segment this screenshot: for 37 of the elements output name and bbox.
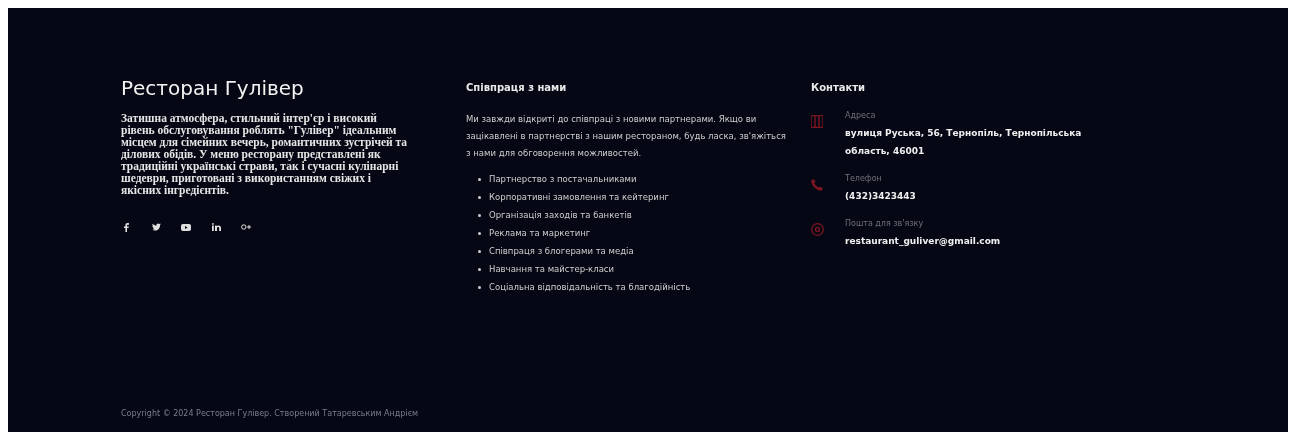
section-heading: Контакти bbox=[811, 82, 867, 93]
bullet-icon bbox=[478, 214, 481, 217]
contact-label: Телефон bbox=[845, 174, 883, 183]
restaurant-description: Затишна атмосфера, стильний інтер'єр і високий рівень обслуговування роблять "Гулівер" ідеальним місцем для сімейних вечерь, романтичних зустрічей та ділових обідів. У меню ресторану представлені як традиційні українські страви, так і сучасні кулінарні шедеври, приготовані з використанням свіжих і якісних інгредієнтів. bbox=[121, 112, 409, 196]
copyright: Copyright © 2024 Ресторан Гулівер. Створений Татаревським Андрієм bbox=[121, 409, 420, 418]
list-item: Співпраця з блогерами та медіа bbox=[489, 245, 634, 258]
restaurant-name: Ресторан Гулівер bbox=[121, 76, 305, 100]
list-item: Організація заходів та банкетів bbox=[489, 209, 632, 222]
bullet-icon bbox=[478, 250, 481, 253]
list-item: Партнерство з постачальниками bbox=[489, 173, 637, 186]
social-link[interactable] bbox=[181, 222, 191, 232]
bullet-icon bbox=[478, 196, 481, 199]
contact-value: вулиця Руська, 56, Тернопіль, Тернопільська область, 46001 bbox=[845, 127, 1083, 158]
social-link[interactable] bbox=[241, 222, 251, 232]
contact-label: Пошта для зв'язку bbox=[845, 219, 925, 228]
contact-value: (432)3423443 bbox=[845, 190, 917, 203]
linkedin-icon bbox=[211, 223, 221, 231]
phone-icon bbox=[811, 179, 823, 191]
list-item: Соціальна відповідальність та благодійність bbox=[489, 281, 691, 294]
list-item: Реклама та маркетинг bbox=[489, 227, 591, 240]
bullet-icon bbox=[478, 178, 481, 181]
list-item: Корпоративні замовлення та кейтеринг bbox=[489, 191, 669, 204]
facebook-icon bbox=[123, 222, 129, 232]
list-item: Навчання та майстер-класи bbox=[489, 263, 615, 276]
bullet-icon bbox=[478, 286, 481, 289]
contact-label: Адреса bbox=[845, 111, 877, 120]
twitter-icon bbox=[151, 223, 161, 231]
youtube-icon bbox=[181, 223, 191, 231]
social-link[interactable] bbox=[211, 222, 221, 232]
social-link[interactable] bbox=[151, 222, 161, 232]
cooperation-intro: Ми завжди відкриті до співпраці з новими партнерами. Якщо ви зацікавлені в партнерстві з нашим рестораном, будь ласка, зв'яжіться з нами для обговорення можливостей. bbox=[466, 113, 787, 160]
google-plus-icon bbox=[241, 224, 251, 230]
contact-value: restaurant_guliver@gmail.com bbox=[845, 235, 1002, 248]
social-link[interactable] bbox=[121, 222, 131, 232]
bullet-icon bbox=[478, 268, 481, 271]
section-heading: Співпраця з нами bbox=[466, 82, 568, 93]
bullet-icon bbox=[478, 232, 481, 235]
